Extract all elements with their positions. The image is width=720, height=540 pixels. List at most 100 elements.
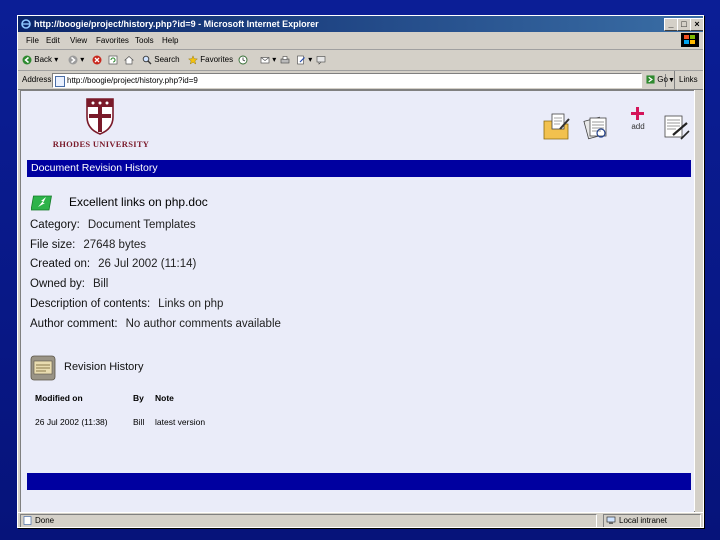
section-title: Document Revision History — [31, 162, 158, 174]
favorites-button[interactable]: Favorites — [188, 52, 233, 68]
go-label: Go — [657, 75, 668, 84]
column-header-by: By — [133, 393, 144, 403]
mail-icon — [260, 57, 270, 64]
field-label: Category: — [30, 219, 80, 231]
field-author-comment: Author comment: No author comments availa… — [30, 318, 281, 330]
field-description: Description of contents: Links on php — [30, 298, 223, 310]
go-button[interactable]: Go — [646, 71, 668, 89]
folder-document-icon[interactable] — [541, 111, 573, 143]
document-stack-icon[interactable] — [581, 111, 613, 143]
back-label: Back — [34, 55, 53, 64]
revision-history-icon — [30, 355, 56, 381]
field-value: No author comments available — [125, 318, 281, 330]
search-button[interactable]: Search — [142, 52, 180, 68]
field-label: Owned by: — [30, 278, 85, 290]
page-icon — [55, 76, 65, 87]
revision-note-cell: latest version — [155, 417, 206, 427]
status-bar: Done Local intranet — [18, 512, 703, 527]
mail-button[interactable]: ▾ — [260, 52, 276, 68]
menu-edit[interactable]: Edit — [46, 33, 60, 49]
document-title: Excellent links on php.doc — [69, 195, 208, 209]
zone-text: Local intranet — [619, 516, 668, 525]
add-label: add — [631, 122, 645, 131]
address-label: Address — [22, 75, 52, 84]
refresh-icon — [108, 55, 118, 65]
field-value: Links on php — [158, 298, 224, 310]
back-button[interactable]: Back ▾ — [22, 52, 58, 68]
search-label: Search — [154, 55, 180, 64]
vertical-scrollbar[interactable] — [694, 90, 703, 511]
document-file-icon — [31, 195, 52, 211]
university-crest-icon — [86, 98, 114, 135]
address-input[interactable]: http://boogie/project/history.php?id=9 ▼ — [52, 73, 677, 88]
field-value: 26 Jul 2002 (11:14) — [98, 258, 197, 270]
go-arrow-icon — [646, 75, 655, 84]
favorites-label: Favorites — [200, 55, 234, 64]
favorites-star-icon — [188, 55, 198, 65]
windows-logo-icon — [681, 33, 699, 47]
menu-bar: File Edit View Favorites Tools Help — [18, 33, 703, 50]
status-text: Done — [35, 516, 55, 525]
field-label: File size: — [30, 239, 76, 251]
forward-arrow-icon — [68, 55, 78, 65]
toolbar: Back ▾ ▾ Search Favorites ▾ ▾ — [18, 50, 703, 71]
refresh-button[interactable] — [108, 52, 118, 68]
minimize-button[interactable]: _ — [664, 18, 678, 31]
field-category: Category: Document Templates — [30, 219, 196, 231]
history-icon — [238, 55, 248, 65]
address-bar: Address http://boogie/project/history.ph… — [18, 71, 703, 90]
field-label: Created on: — [30, 258, 91, 270]
menu-view[interactable]: View — [70, 33, 87, 49]
browser-window: http://boogie/project/history.php?id=9 -… — [17, 15, 704, 528]
revision-by-cell: Bill — [133, 417, 145, 427]
status-message: Done — [20, 514, 597, 527]
discuss-button[interactable] — [316, 52, 326, 68]
discuss-icon — [316, 56, 326, 65]
window-title: http://boogie/project/history.php?id=9 -… — [34, 19, 319, 29]
footer-bar — [27, 473, 691, 490]
revision-modified-cell: 26 Jul 2002 (11:38) — [35, 417, 108, 427]
page-done-icon — [23, 516, 32, 525]
field-created-on: Created on: 26 Jul 2002 (11:14) — [30, 258, 196, 270]
column-header-note: Note — [155, 393, 174, 403]
close-button[interactable]: × — [690, 18, 703, 31]
edit-button[interactable]: ▾ — [296, 52, 312, 68]
page-content: RHODES UNIVERSITY add Document Revision … — [20, 90, 695, 513]
add-button[interactable]: add — [626, 107, 650, 139]
university-logo: RHODES UNIVERSITY — [39, 97, 159, 157]
edit-notes-icon[interactable] — [659, 111, 691, 143]
title-bar[interactable]: http://boogie/project/history.php?id=9 -… — [18, 16, 703, 32]
home-icon — [124, 55, 134, 65]
security-zone: Local intranet — [603, 514, 701, 527]
menu-file[interactable]: File — [26, 33, 39, 49]
stop-icon — [92, 55, 102, 65]
address-url: http://boogie/project/history.php?id=9 — [67, 76, 198, 85]
home-button[interactable] — [124, 52, 134, 68]
back-arrow-icon — [22, 55, 32, 65]
history-button[interactable] — [238, 52, 248, 68]
field-label: Description of contents: — [30, 298, 151, 310]
field-value: Document Templates — [87, 219, 196, 231]
forward-button[interactable]: ▾ — [68, 52, 84, 68]
edit-page-icon — [297, 55, 305, 65]
university-name: RHODES UNIVERSITY — [52, 139, 150, 149]
field-value: Bill — [92, 278, 109, 290]
column-header-modified: Modified on — [35, 393, 83, 403]
print-button[interactable] — [280, 52, 290, 68]
field-file-size: File size: 27648 bytes — [30, 239, 146, 251]
menu-tools[interactable]: Tools — [135, 33, 154, 49]
maximize-button[interactable]: □ — [677, 18, 691, 31]
search-icon — [142, 55, 152, 65]
revision-history-title: Revision History — [64, 361, 144, 373]
stop-button[interactable] — [92, 52, 102, 68]
printer-icon — [280, 56, 290, 64]
section-header: Document Revision History — [27, 160, 691, 177]
ie-icon — [21, 19, 31, 29]
links-button[interactable]: Links — [674, 71, 698, 89]
plus-icon — [631, 107, 644, 120]
field-owned-by: Owned by: Bill — [30, 278, 108, 290]
field-label: Author comment: — [30, 318, 118, 330]
menu-favorites[interactable]: Favorites — [96, 33, 129, 49]
menu-help[interactable]: Help — [162, 33, 178, 49]
intranet-icon — [606, 516, 616, 524]
